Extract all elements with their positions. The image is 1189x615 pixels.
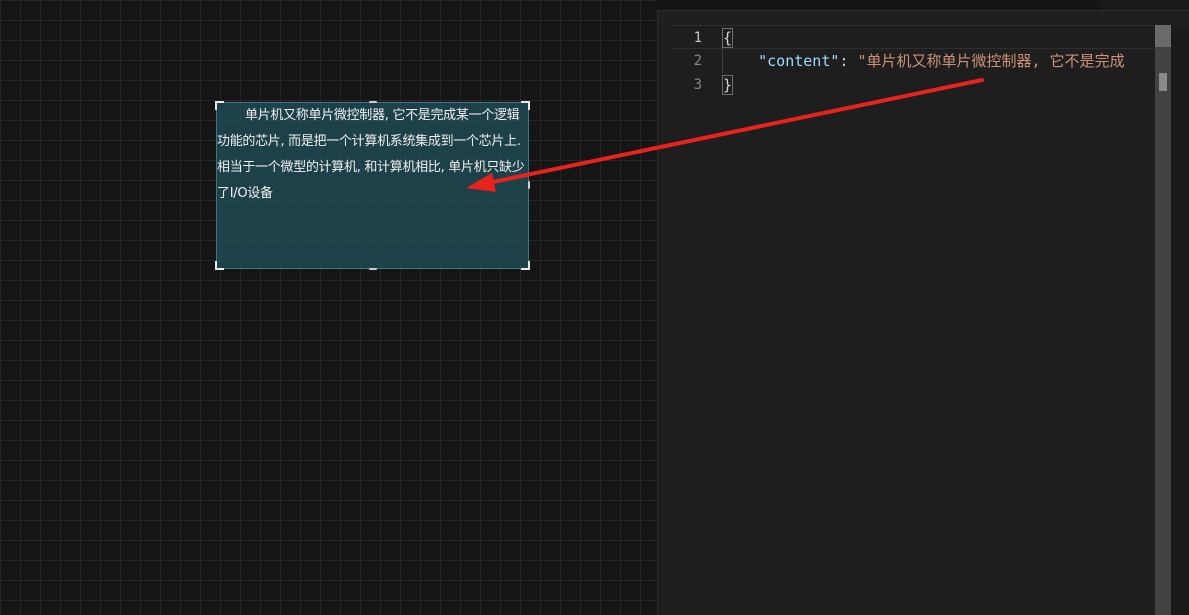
editor-top-strip [658,11,1189,25]
resize-handle-bottom-right[interactable] [521,261,530,270]
code-editor[interactable]: 1 { 2 "content": "单片机又称单片微控制器, 它不是完成 3 } [672,25,1156,605]
editor-line-2[interactable]: 2 "content": "单片机又称单片微控制器, 它不是完成 [672,49,1156,73]
vertical-scrollbar[interactable] [1155,25,1171,615]
json-editor-panel: 1 { 2 "content": "单片机又称单片微控制器, 它不是完成 3 } [657,10,1189,615]
line-number: 1 [693,30,702,46]
scrollbar-position-marker [1159,73,1167,91]
code-line[interactable]: "content": "单片机又称单片微控制器, 它不是完成 [722,49,1125,73]
scrollbar-thumb[interactable] [1155,25,1171,47]
close-brace: } [722,75,734,95]
code-line[interactable]: { [722,26,734,50]
json-string-value: "单片机又称单片微控制器, 它不是完成 [857,52,1125,70]
indent-guide [722,49,723,73]
design-canvas[interactable]: 单片机又称单片微控制器, 它不是完成某一个逻辑功能的芯片, 而是把一个计算机系统… [0,0,657,615]
text-element-content[interactable]: 单片机又称单片微控制器, 它不是完成某一个逻辑功能的芯片, 而是把一个计算机系统… [217,103,530,207]
resize-handle-right[interactable] [528,181,530,189]
resize-handle-bottom[interactable] [369,268,377,270]
line-number: 3 [693,77,702,93]
code-line[interactable]: } [722,73,734,97]
overview-ruler [1171,25,1189,615]
json-colon: : [839,52,858,70]
resize-handle-top[interactable] [369,101,377,103]
resize-handle-bottom-left[interactable] [215,261,224,270]
open-brace: { [722,28,734,48]
app-window: 单片机又称单片微控制器, 它不是完成某一个逻辑功能的芯片, 而是把一个计算机系统… [0,0,1189,615]
resize-handle-top-right[interactable] [521,101,530,110]
resize-handle-top-left[interactable] [215,101,224,110]
line-number: 2 [693,53,702,69]
editor-line-3[interactable]: 3 } [672,73,1156,97]
selected-text-element[interactable]: 单片机又称单片微控制器, 它不是完成某一个逻辑功能的芯片, 而是把一个计算机系统… [215,101,530,270]
json-key: "content" [758,52,840,70]
editor-line-1[interactable]: 1 { [672,25,1156,49]
top-right-shade [1100,0,1189,10]
